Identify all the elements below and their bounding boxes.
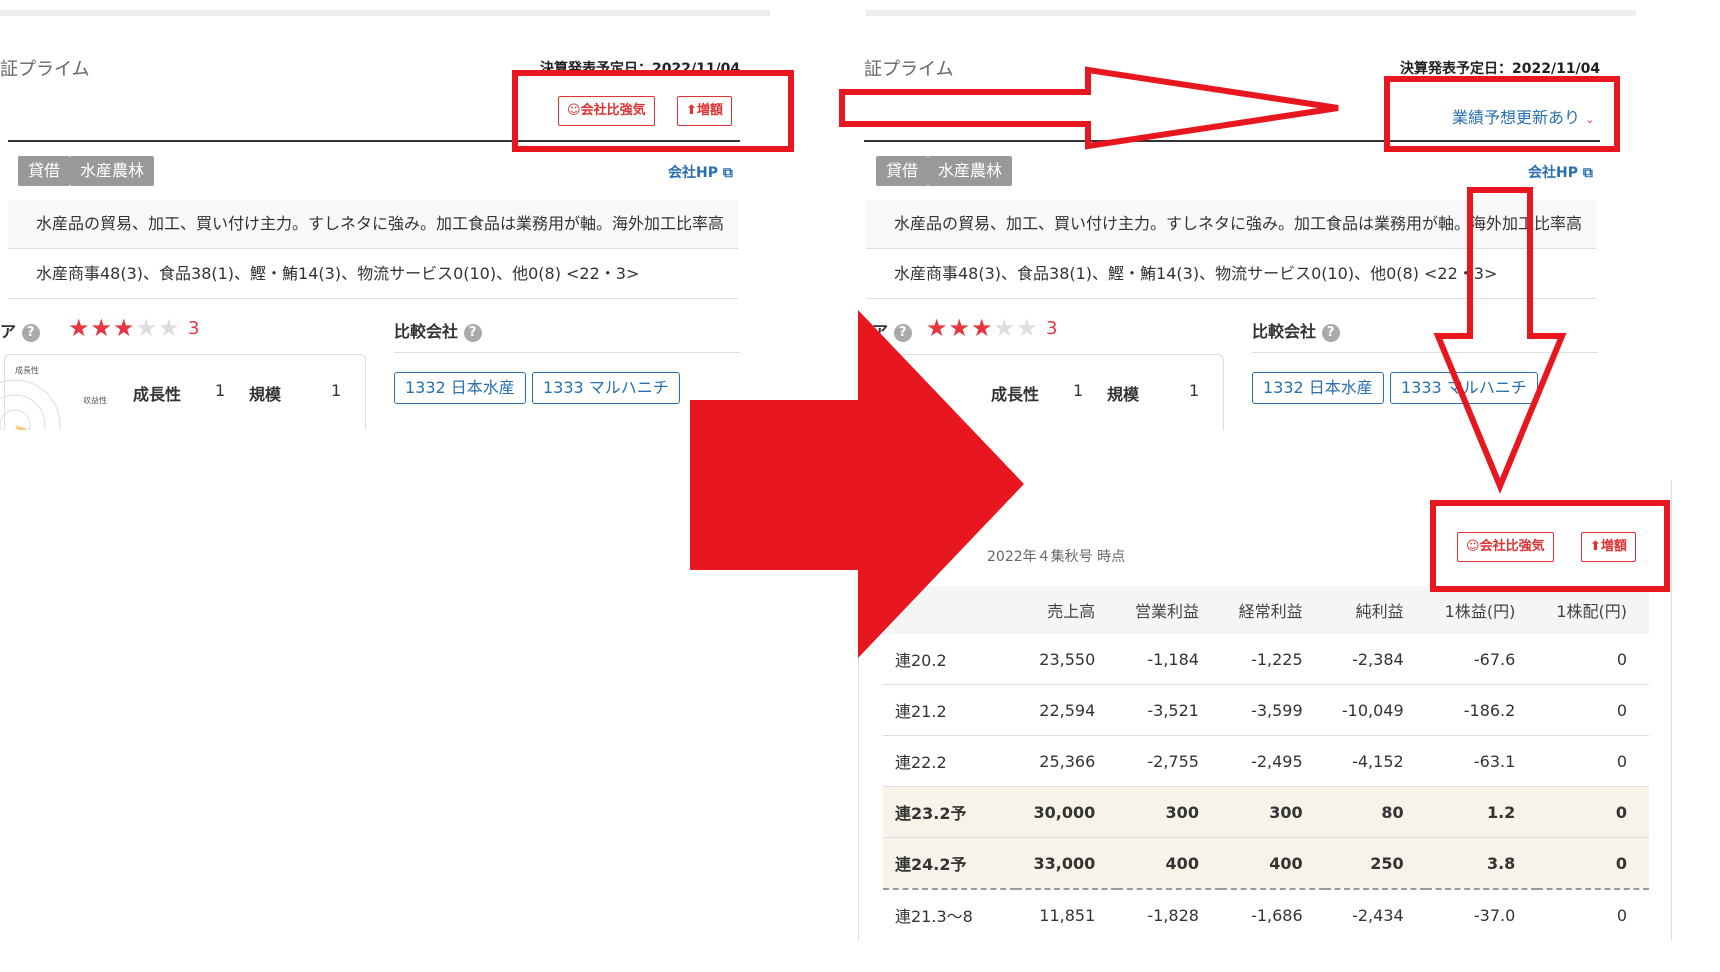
arrow-down-outline-icon: [1433, 187, 1567, 494]
arrow-right-outline-icon: [839, 66, 1339, 150]
annotation-arrows: [690, 66, 1567, 658]
big-arrow-right-icon: [690, 310, 1024, 658]
